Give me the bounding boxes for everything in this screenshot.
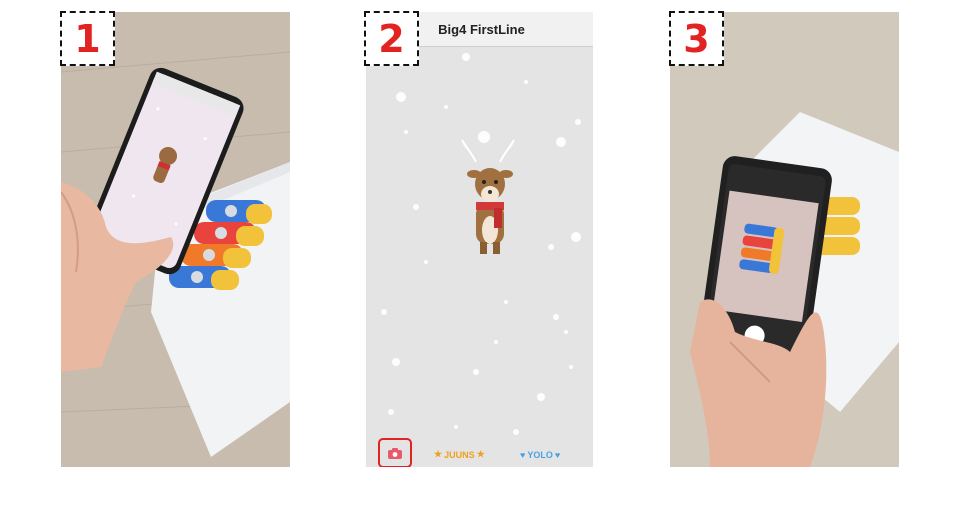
star-icon: ★ <box>434 449 443 459</box>
app-screen: Big4 FirstLine ★ JUUNS ★ ♥ YOLO ♥ <box>366 12 593 467</box>
photo-phone-over-blocks <box>61 12 290 467</box>
step-2-label: 2 <box>364 11 419 66</box>
step-3-label: 3 <box>669 11 724 66</box>
tab-yolo-label: YOLO <box>527 450 553 460</box>
step-1-label: 1 <box>60 11 115 66</box>
heart-icon: ♥ <box>520 450 526 460</box>
photo-capture-blocks <box>670 12 899 467</box>
heart-icon: ♥ <box>554 450 561 460</box>
tab-juuns[interactable]: ★ JUUNS ★ <box>434 449 485 460</box>
star-icon: ★ <box>476 449 485 459</box>
tab-yolo[interactable]: ♥ YOLO ♥ <box>520 450 560 460</box>
tab-juuns-label: JUUNS <box>444 449 475 460</box>
camera-button[interactable] <box>378 438 412 467</box>
camera-icon <box>388 447 402 459</box>
